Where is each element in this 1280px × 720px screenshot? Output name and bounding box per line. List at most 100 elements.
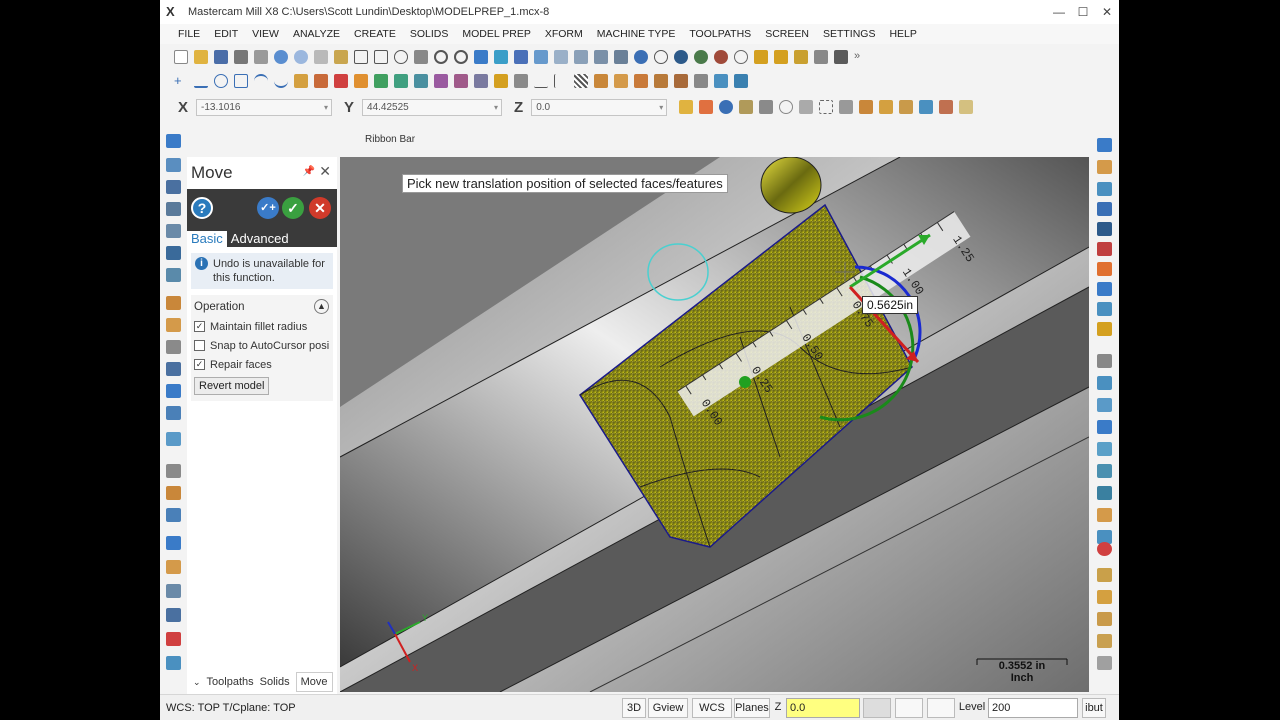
shade-green-icon[interactable] [694, 50, 708, 64]
qm-save-icon[interactable] [1097, 202, 1112, 216]
save-icon[interactable] [214, 50, 228, 64]
apply-icon[interactable]: ✓+ [257, 197, 279, 219]
select-body-icon[interactable] [919, 100, 934, 114]
pin-icon[interactable]: 📌 [303, 166, 315, 177]
qm-disk-icon[interactable] [1097, 222, 1112, 236]
menu-help[interactable]: HELP [889, 28, 916, 40]
shade-wireframe-icon[interactable] [654, 50, 668, 64]
paste-icon[interactable] [334, 50, 348, 64]
minimize-icon[interactable]: — [1047, 0, 1071, 24]
z-coord-field[interactable]: 0.0 [531, 98, 668, 116]
qm-circle-icon[interactable] [1097, 442, 1112, 456]
xform-rotate-icon[interactable] [494, 50, 508, 64]
x-coord-field[interactable]: -13.1016 [196, 98, 333, 116]
menu-edit[interactable]: EDIT [214, 28, 238, 40]
qm-clear-icon[interactable] [1097, 656, 1112, 670]
menu-analyze[interactable]: ANALYZE [293, 28, 340, 40]
delete-icon[interactable] [334, 74, 348, 88]
qm-arc-icon[interactable] [1097, 420, 1112, 434]
undo-icon[interactable] [274, 50, 288, 64]
gview-sphere-icon[interactable] [634, 50, 648, 64]
solid-push-pull-icon[interactable] [166, 246, 181, 260]
note-icon[interactable] [494, 74, 508, 88]
model-prep-push-icon[interactable] [166, 384, 181, 398]
select-box-icon[interactable] [819, 100, 834, 114]
tab-move[interactable]: Move [295, 672, 333, 692]
model-prep-hole-icon[interactable] [166, 406, 181, 420]
menu-file[interactable]: FILE [178, 28, 200, 40]
view-iso-icon[interactable] [554, 50, 568, 64]
checkbox-checked-icon[interactable]: ✓ [194, 359, 205, 370]
hole-icon[interactable] [514, 74, 528, 88]
select-arrow-icon[interactable] [839, 100, 854, 114]
solid-layout-icon[interactable] [166, 224, 181, 238]
ok-icon[interactable]: ✓ [282, 197, 304, 219]
select-face-icon[interactable] [879, 100, 894, 114]
drafting-icon[interactable] [474, 74, 488, 88]
color-icon[interactable] [863, 698, 891, 718]
view-front-icon[interactable] [594, 50, 608, 64]
xform-scale-icon[interactable] [534, 50, 548, 64]
solid-translate-icon[interactable] [166, 134, 181, 148]
close-icon[interactable]: ✕ [1095, 0, 1119, 24]
revert-model-button[interactable]: Revert model [194, 377, 270, 395]
print-icon[interactable] [234, 50, 248, 64]
gview-button[interactable]: Gview [648, 698, 688, 718]
model-prep-split-icon[interactable] [166, 318, 181, 332]
copy-icon[interactable] [314, 50, 328, 64]
gizmo-origin-icon[interactable] [739, 376, 751, 388]
pen-dropdown-icon[interactable] [774, 50, 788, 64]
help-circle-icon[interactable] [719, 100, 734, 114]
point-style-icon[interactable] [895, 698, 923, 718]
arc-icon[interactable] [254, 74, 268, 88]
hatch-icon[interactable] [574, 74, 588, 88]
model-prep-face-icon[interactable] [166, 508, 181, 522]
model-view[interactable]: 0.00 0.25 0.50 0.75 1.00 1.25 Y X [340, 157, 1089, 692]
qm-solid2-icon[interactable] [1097, 508, 1112, 522]
planes-button[interactable]: Planes [734, 698, 770, 718]
qm-chain-icon[interactable] [1097, 464, 1112, 478]
line-icon[interactable] [194, 74, 208, 88]
select-solid-icon[interactable] [859, 100, 874, 114]
redo-icon[interactable] [294, 50, 308, 64]
shade-outline-icon[interactable] [734, 50, 748, 64]
model-prep-thicken-icon[interactable] [166, 536, 181, 550]
analyze-distance-icon[interactable] [834, 50, 848, 64]
select-edge-icon[interactable] [899, 100, 914, 114]
analyze-box-icon[interactable] [814, 50, 828, 64]
solid-sphere-icon[interactable] [674, 74, 688, 88]
tab-solids[interactable]: Solids [260, 676, 290, 688]
solid-torus-icon[interactable] [654, 74, 668, 88]
help-icon[interactable]: ? [191, 197, 213, 219]
zoom-icon[interactable] [434, 50, 448, 64]
solid-move-icon[interactable] [166, 268, 181, 282]
fit-icon[interactable] [354, 50, 368, 64]
highlighter-icon[interactable] [794, 50, 808, 64]
z-depth-field[interactable]: 0.0 [786, 698, 860, 718]
trim-icon[interactable] [314, 74, 328, 88]
select-vertex-icon[interactable] [959, 100, 974, 114]
panel-close-icon[interactable]: ✕ [319, 163, 331, 180]
snap-icon[interactable] [739, 100, 754, 114]
qm-point-icon[interactable] [1097, 398, 1112, 412]
menu-screen[interactable]: SCREEN [765, 28, 809, 40]
wcs-button[interactable]: WCS [692, 698, 732, 718]
model-prep-remove-icon[interactable] [166, 486, 181, 500]
rotate-snap-icon[interactable] [779, 100, 794, 114]
distance-readout[interactable]: 0.5625in [862, 296, 919, 314]
tab-toolpaths[interactable]: Toolpaths [207, 676, 254, 688]
zoom-window-icon[interactable] [374, 50, 388, 64]
dimension-horizontal-icon[interactable] [534, 74, 548, 88]
pen-icon[interactable] [754, 50, 768, 64]
qm-select-icon[interactable] [1097, 138, 1112, 152]
model-prep-shell-icon[interactable] [166, 560, 181, 574]
unzoom-icon[interactable] [414, 50, 428, 64]
chevron-icon[interactable]: ⌄ [193, 677, 201, 688]
solid-align-icon[interactable] [166, 202, 181, 216]
break-icon[interactable] [434, 74, 448, 88]
cancel-icon[interactable]: ✕ [309, 197, 331, 219]
fillet-icon[interactable] [414, 74, 428, 88]
tab-advanced[interactable]: Advanced [227, 231, 293, 247]
qm-dim-icon[interactable] [1097, 354, 1112, 368]
menu-solids[interactable]: SOLIDS [410, 28, 449, 40]
